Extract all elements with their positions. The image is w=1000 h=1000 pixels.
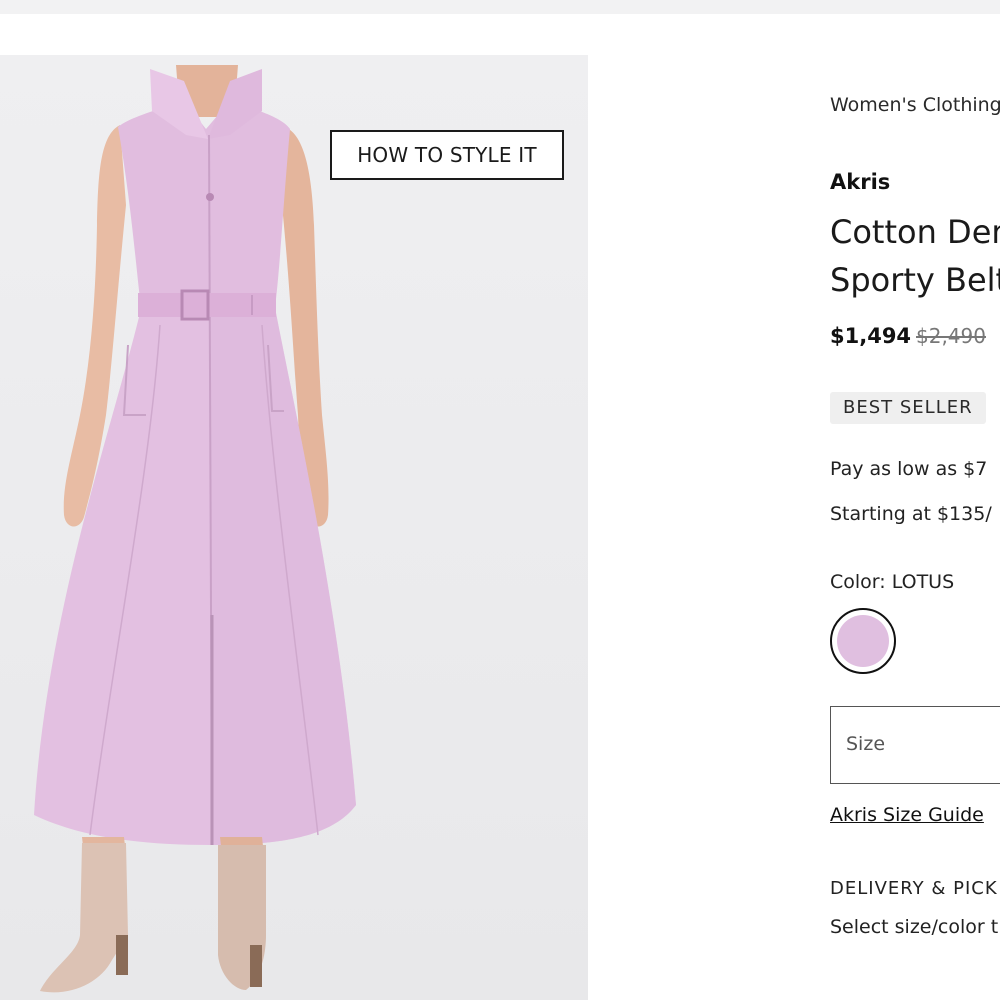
color-swatch-lotus[interactable] — [830, 608, 896, 674]
starting-at-text[interactable]: Starting at $135/ — [830, 503, 992, 525]
breadcrumb[interactable]: Women's Clothing — [830, 94, 1000, 116]
model-illustration — [34, 65, 356, 993]
best-seller-badge: BEST SELLER — [830, 392, 986, 424]
select-size-note: Select size/color t — [830, 916, 999, 938]
size-placeholder: Size — [846, 733, 886, 755]
original-price: $2,490 — [916, 324, 986, 348]
color-label: Color: LOTUS — [830, 571, 955, 593]
skirt-shade — [210, 313, 356, 845]
product-title-line1: Cotton Denim — [830, 213, 1000, 251]
product-title: Cotton Denim Sporty Belted — [830, 208, 1000, 304]
size-guide-link[interactable]: Akris Size Guide — [830, 804, 984, 826]
product-title-line2: Sporty Belted — [830, 261, 1000, 299]
brand-name[interactable]: Akris — [830, 170, 890, 194]
product-info-panel: Women's Clothing Akris Cotton Denim Spor… — [830, 0, 1000, 1000]
sale-price: $1,494 — [830, 324, 912, 348]
left-boot — [40, 843, 128, 993]
swatch-fill — [837, 615, 889, 667]
size-select[interactable]: Size — [830, 706, 1000, 784]
product-image[interactable]: HOW TO STYLE IT — [0, 55, 588, 1000]
how-to-style-button[interactable]: HOW TO STYLE IT — [330, 130, 564, 180]
installment-text[interactable]: Pay as low as $7 — [830, 458, 987, 480]
delivery-heading: DELIVERY & PICK — [830, 878, 998, 899]
